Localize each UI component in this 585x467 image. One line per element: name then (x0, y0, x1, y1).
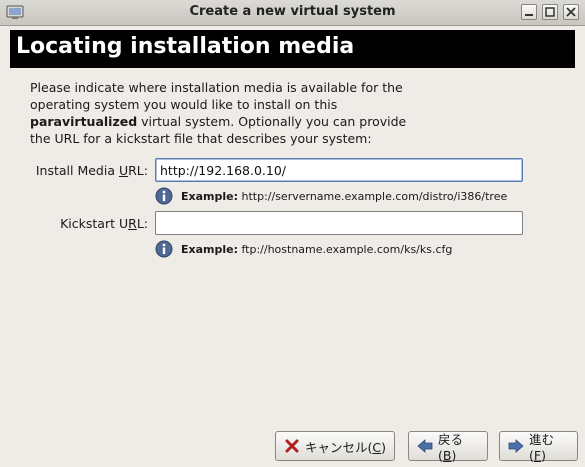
label-text: RL: (128, 163, 148, 178)
label-text: Kickstart U (60, 216, 129, 231)
back-button[interactable]: 戻る(B) (408, 429, 488, 463)
title-bar: Create a new virtual system (0, 0, 585, 26)
hint-text: ftp://hostname.example.com/ks/ks.cfg (238, 243, 453, 256)
kickstart-url-input[interactable] (155, 211, 523, 235)
info-icon (155, 187, 173, 205)
label-text: Install Media (35, 163, 119, 178)
label-text: キャンセル( (305, 439, 373, 455)
label-text: ) (451, 448, 457, 463)
cancel-button[interactable]: キャンセル(C) (275, 431, 395, 461)
back-label: 戻る(B) (438, 429, 479, 463)
kickstart-hint: Example: ftp://hostname.example.com/ks/k… (181, 243, 452, 256)
mnemonic: C (372, 439, 382, 455)
hint-label: Example: (181, 190, 238, 203)
install-media-url-input[interactable] (155, 158, 523, 182)
mnemonic: R (128, 216, 137, 231)
description-line-2: operating system you would like to insta… (30, 97, 338, 112)
hint-text: http://servername.example.com/distro/i38… (238, 190, 508, 203)
description-line-1: Please indicate where installation media… (30, 80, 403, 95)
label-text: L: (136, 216, 148, 231)
arrow-left-icon (417, 439, 433, 453)
label-text: ) (381, 439, 387, 455)
cancel-label: キャンセル(C) (305, 437, 386, 456)
page-banner: Locating installation media (10, 30, 575, 68)
arrow-right-icon (508, 439, 524, 453)
close-icon (566, 7, 576, 17)
mnemonic: F (533, 448, 542, 463)
forward-button[interactable]: 進む(F) (499, 429, 578, 463)
minimize-button[interactable] (521, 4, 537, 20)
description-line-3-rest: virtual system. Optionally you can provi… (137, 114, 407, 129)
hint-label: Example: (181, 243, 238, 256)
page-title: Locating installation media (16, 34, 355, 59)
description-line-4: the URL for a kickstart file that descri… (30, 131, 372, 146)
info-icon (155, 240, 173, 258)
cancel-icon (285, 439, 299, 453)
minimize-icon (525, 14, 533, 16)
kickstart-url-label: Kickstart URL: (60, 216, 148, 231)
window-title: Create a new virtual system (189, 4, 396, 19)
mnemonic: U (118, 163, 129, 178)
description: Please indicate where installation media… (30, 79, 450, 147)
maximize-icon (545, 7, 555, 17)
install-media-hint: Example: http://servername.example.com/d… (181, 190, 507, 203)
maximize-button[interactable] (542, 4, 558, 20)
install-media-label: Install Media URL: (36, 163, 148, 178)
close-button[interactable] (563, 4, 579, 20)
forward-label: 進む(F) (529, 429, 569, 463)
label-text: ) (541, 448, 546, 463)
description-line-3: paravirtualized virtual system. Optional… (30, 113, 450, 130)
description-bold: paravirtualized (30, 114, 138, 129)
